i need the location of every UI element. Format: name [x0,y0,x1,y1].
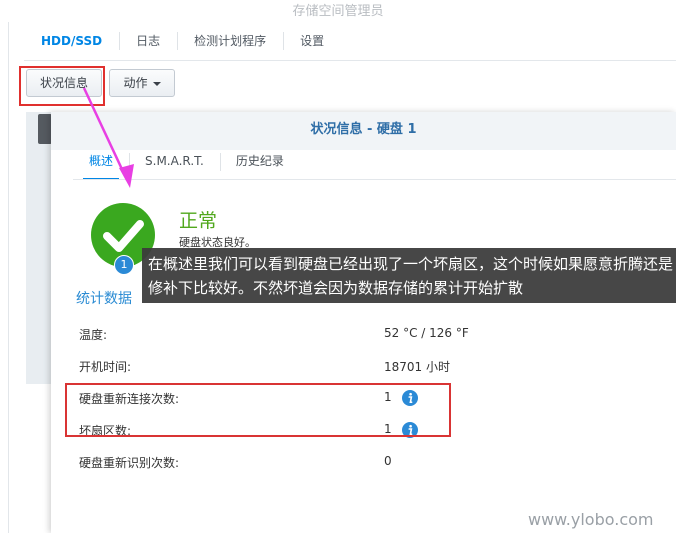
annotation-number-badge: 1 [114,255,134,275]
stat-label: 开机时间: [79,360,132,374]
tab-divider [24,60,676,61]
dialog-title: 状况信息 - 硬盘 1 [310,122,417,137]
main-tab-bar: HDD/SSD 日志 检测计划程序 设置 [24,26,341,60]
annotation-callout: 在概述里我们可以看到硬盘已经出现了一个坏扇区，这个时候如果愿意折腾还是修补下比较… [142,248,676,303]
tab-settings[interactable]: 设置 [283,26,341,60]
tab-smart[interactable]: S.M.A.R.T. [129,146,220,180]
disk-icon [38,114,52,144]
watermark: www.ylobo.com [528,510,654,529]
stat-value: 0 [384,454,392,468]
stats-section-title: 统计数据 [76,291,132,307]
dialog-header: 状况信息 - 硬盘 1 [51,112,676,150]
tab-test-schedule[interactable]: 检测计划程序 [177,26,283,60]
highlight-box-stats [65,383,451,437]
tab-overview[interactable]: 概述 [73,146,129,180]
stat-row-temperature: 温度: 52 °C / 126 °F [79,326,639,346]
tab-log[interactable]: 日志 [119,26,177,60]
dialog-tab-bar: 概述 S.M.A.R.T. 历史纪录 [73,146,300,180]
stat-value: 18701 小时 [384,360,450,374]
action-label: 动作 [123,76,148,90]
chevron-down-icon [152,81,161,86]
stat-row-reidentify-count: 硬盘重新识别次数: 0 [79,454,639,474]
stat-label: 温度: [79,328,108,342]
tab-hdd-ssd[interactable]: HDD/SSD [24,26,119,60]
action-dropdown-button[interactable]: 动作 [109,69,175,97]
health-status-text: 正常 [179,210,218,232]
status-dialog: 状况信息 - 硬盘 1 概述 S.M.A.R.T. 历史纪录 1 正常 硬盘状态… [51,112,676,533]
tab-history[interactable]: 历史纪录 [219,146,300,180]
stat-label: 硬盘重新识别次数: [79,456,180,470]
highlight-box-button [19,66,105,106]
dialog-tab-divider [73,179,676,180]
stat-value: 52 °C / 126 °F [384,326,469,340]
stat-row-power-on-time: 开机时间: 18701 小时 [79,358,639,378]
